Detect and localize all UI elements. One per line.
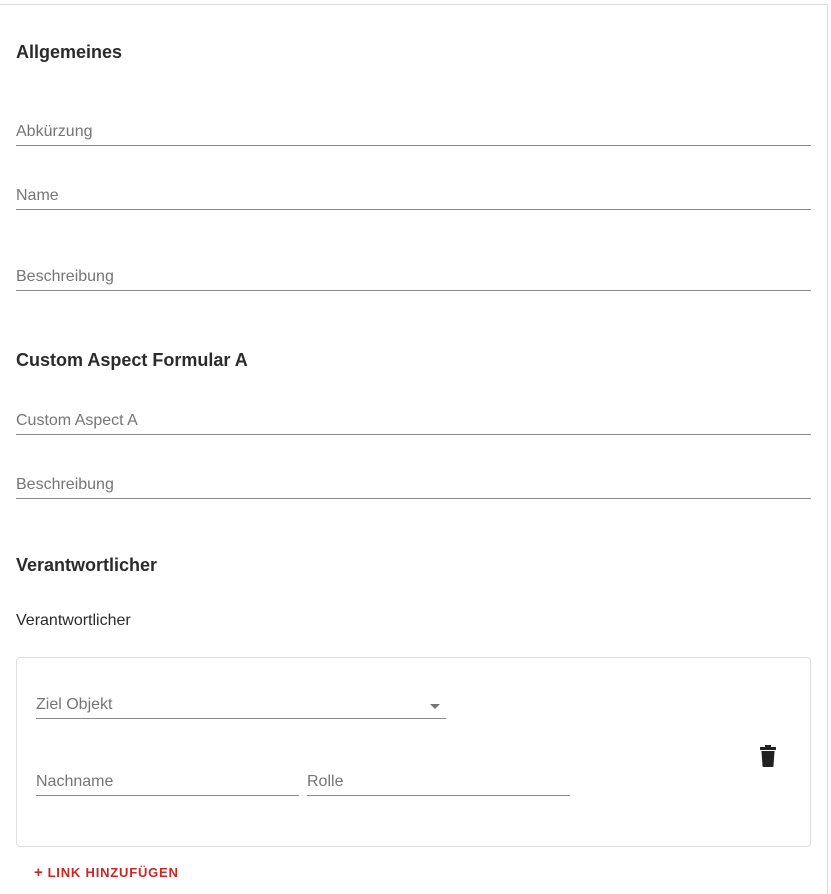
lastname-field[interactable]: Nachname [36, 770, 299, 796]
description-label: Beschreibung [16, 268, 114, 285]
description-field[interactable]: Beschreibung [16, 265, 811, 291]
abbreviation-label: Abkürzung [16, 123, 93, 140]
link-card: Ziel Objekt Nachname Rolle [16, 657, 811, 847]
custom-aspect-description-label: Beschreibung [16, 476, 114, 493]
trash-icon[interactable] [760, 745, 776, 767]
section-title-general: Allgemeines [16, 42, 123, 62]
role-field[interactable]: Rolle [307, 770, 570, 796]
chevron-down-icon[interactable] [430, 704, 440, 709]
lastname-label: Nachname [36, 773, 114, 790]
plus-icon: + [34, 864, 44, 881]
abbreviation-field[interactable]: Abkürzung [16, 120, 811, 146]
name-field[interactable]: Name [16, 184, 811, 210]
add-link-button[interactable]: + LINK HINZUFÜGEN [34, 864, 179, 881]
custom-aspect-field[interactable]: Custom Aspect A [16, 409, 811, 435]
section-title-custom-aspect: Custom Aspect Formular A [16, 350, 248, 370]
target-object-select[interactable]: Ziel Objekt [36, 693, 446, 719]
add-link-label: LINK HINZUFÜGEN [47, 865, 179, 880]
section-title-responsible: Verantwortlicher [16, 555, 158, 575]
custom-aspect-label: Custom Aspect A [16, 412, 138, 429]
custom-aspect-description-field[interactable]: Beschreibung [16, 473, 811, 499]
role-label: Rolle [307, 773, 344, 790]
responsible-label: Verantwortlicher [16, 612, 131, 629]
target-object-label: Ziel Objekt [36, 696, 113, 713]
name-label: Name [16, 187, 59, 204]
